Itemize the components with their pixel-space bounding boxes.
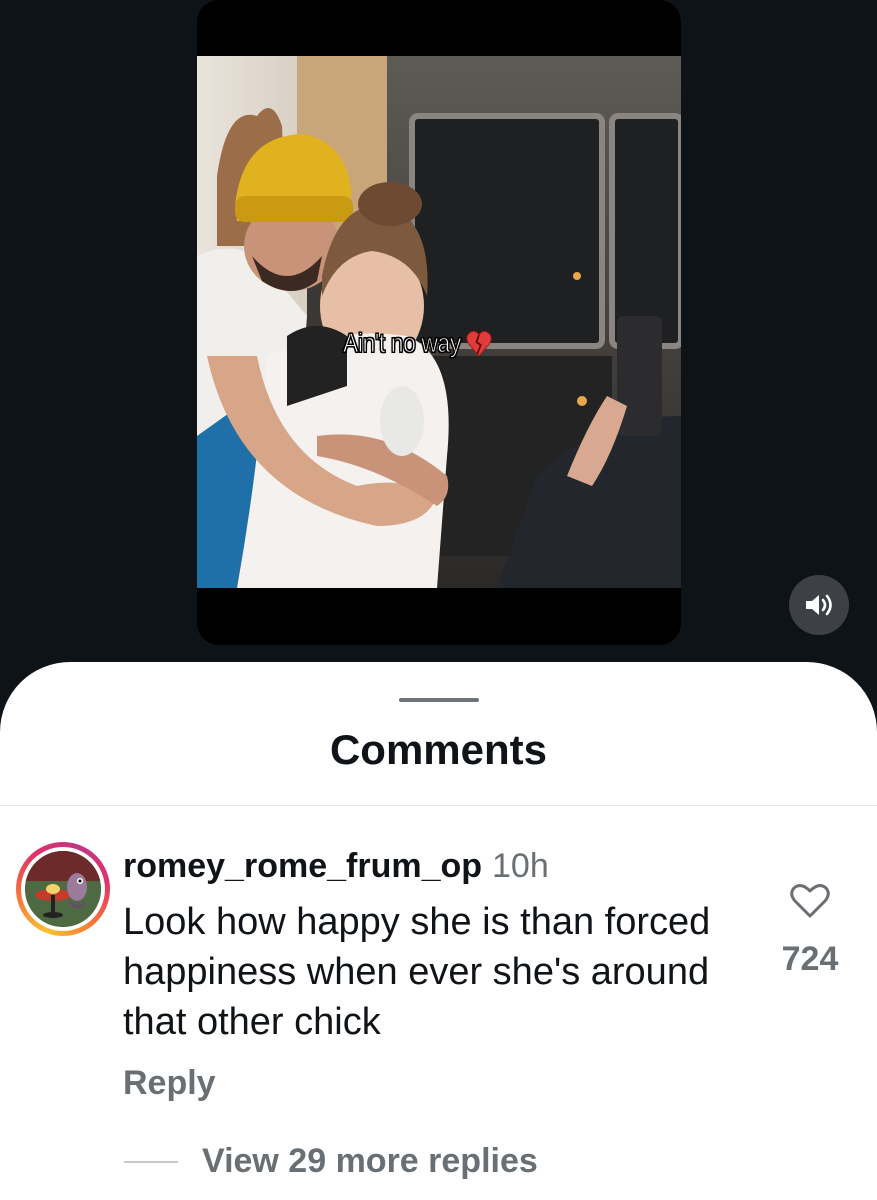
avatar <box>25 851 101 927</box>
speaker-volume-icon <box>806 594 832 616</box>
app-screen: Ain't no way Comments romey_rome_frum_op… <box>0 0 877 1200</box>
heart-outline-icon[interactable] <box>789 882 831 920</box>
comment-text: Look how happy she is than forced happin… <box>123 901 711 1043</box>
sheet-drag-handle[interactable] <box>399 698 479 702</box>
replies-rule <box>124 1160 178 1163</box>
like-count: 724 <box>781 940 839 978</box>
video-player[interactable]: Ain't no way <box>197 0 681 645</box>
comment-timestamp: 10h <box>492 847 549 885</box>
comment-username[interactable]: romey_rome_frum_op <box>123 847 482 885</box>
divider <box>0 805 877 806</box>
view-more-replies-button[interactable]: View 29 more replies <box>124 1142 538 1181</box>
comment-header: romey_rome_frum_op 10h <box>123 846 549 886</box>
reply-button[interactable]: Reply <box>123 1064 216 1103</box>
sound-toggle-button[interactable] <box>789 575 849 635</box>
avatar-story-ring[interactable] <box>16 842 110 936</box>
view-replies-label: View 29 more replies <box>202 1142 538 1180</box>
video-frame-image <box>197 56 681 588</box>
broken-heart-icon <box>466 330 492 357</box>
sheet-title: Comments <box>329 726 548 773</box>
video-caption: Ain't no way <box>343 328 492 359</box>
comments-sheet: Comments romey_rome_frum_op 10h Look how… <box>0 662 877 1200</box>
like-control: 724 <box>760 882 860 979</box>
caption-text: Ain't no way <box>343 328 462 359</box>
